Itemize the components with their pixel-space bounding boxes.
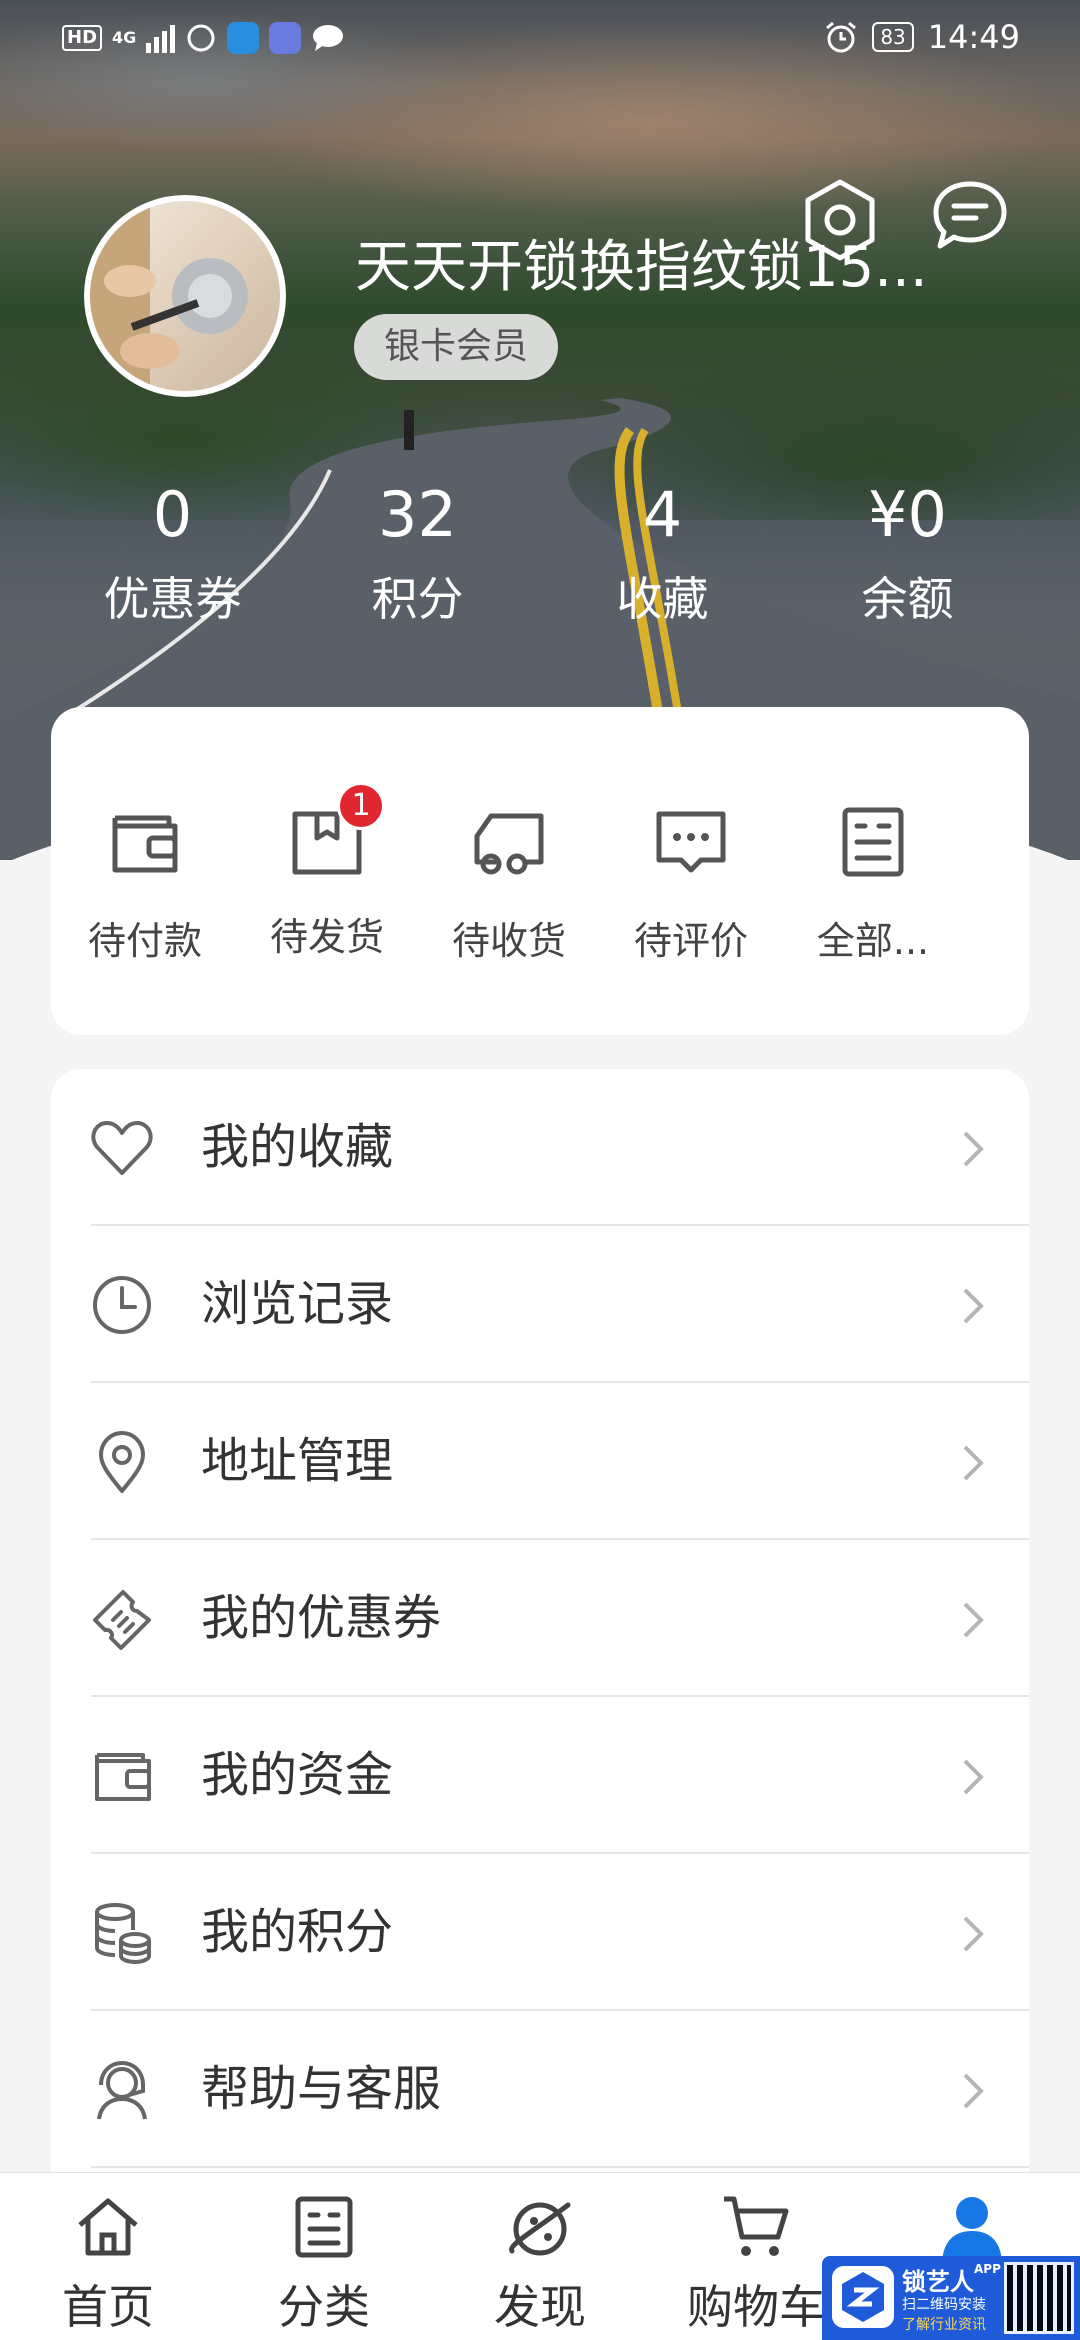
stat-value: 4 xyxy=(642,478,683,551)
wallet-icon xyxy=(95,1753,151,1801)
menu-label: 浏览记录 xyxy=(201,1276,394,1332)
order-label: 待收货 xyxy=(451,919,566,963)
app-promo-banner[interactable]: 锁艺人APP 扫二维码安装 了解行业资讯 xyxy=(822,2256,1080,2340)
account-stats: 0 优惠券 32 积分 4 收藏 ¥0 余额 xyxy=(50,470,1030,638)
menu-label: 我的资金 xyxy=(201,1747,394,1803)
menu-item-funds[interactable]: 我的资金 xyxy=(51,1697,1029,1854)
stat-coupons[interactable]: 0 优惠券 xyxy=(50,470,295,638)
stat-value: ¥0 xyxy=(868,478,947,551)
menu-label: 我的优惠券 xyxy=(201,1590,442,1646)
menu-item-coupons[interactable]: 我的优惠券 xyxy=(51,1540,1029,1697)
chevron-right-icon xyxy=(963,1131,984,1167)
order-pending-review[interactable]: 待评价 xyxy=(600,802,782,965)
stat-value: 0 xyxy=(152,478,193,551)
clock-icon xyxy=(93,1276,151,1334)
stat-label: 优惠券 xyxy=(103,572,242,626)
menu-item-history[interactable]: 浏览记录 xyxy=(51,1226,1029,1383)
status-bar: HD 4G 83 14:49 xyxy=(0,0,1080,76)
chevron-right-icon xyxy=(963,1759,984,1795)
category-icon xyxy=(295,2196,353,2258)
app-logo-icon xyxy=(832,2266,894,2328)
stat-value: 32 xyxy=(378,478,457,551)
menu-item-address[interactable]: 地址管理 xyxy=(51,1383,1029,1540)
divider xyxy=(91,2166,1029,2168)
order-label: 全部... xyxy=(816,919,930,963)
chevron-right-icon xyxy=(963,2073,984,2109)
menu-label: 帮助与客服 xyxy=(201,2061,442,2117)
comment-icon xyxy=(656,811,726,873)
avatar[interactable] xyxy=(84,195,286,397)
stat-label: 收藏 xyxy=(616,572,709,626)
clock-time: 14:49 xyxy=(927,18,1020,56)
menu-label: 地址管理 xyxy=(201,1433,394,1489)
order-status-card: 待付款 1 待发货 待收货 待评价 全部... xyxy=(51,707,1029,1035)
coins-icon xyxy=(95,1903,151,1965)
nav-label: 分类 xyxy=(278,2280,370,2334)
chevron-right-icon xyxy=(963,1445,984,1481)
username: 天天开锁换指纹锁15... xyxy=(355,235,928,300)
delivery-truck-icon xyxy=(474,813,544,875)
order-pending-payment[interactable]: 待付款 xyxy=(54,802,236,965)
chevron-right-icon xyxy=(963,1288,984,1324)
network-type: 4G xyxy=(112,28,137,47)
menu-item-help[interactable]: 帮助与客服 xyxy=(51,2011,1029,2168)
promo-app-name: 锁艺人APP xyxy=(902,2262,1001,2296)
battery-icon: 83 xyxy=(872,22,914,52)
discover-icon xyxy=(509,2202,571,2256)
stat-label: 积分 xyxy=(371,572,464,626)
stat-points[interactable]: 32 积分 xyxy=(295,470,540,638)
order-list-icon xyxy=(842,807,904,877)
alarm-icon xyxy=(826,21,857,53)
menu-list: 我的收藏 浏览记录 地址管理 我的优惠券 我的资金 我的积分 帮助与客服 xyxy=(51,1069,1029,2189)
customer-service-icon xyxy=(97,2060,147,2120)
qr-code xyxy=(1004,2262,1074,2334)
promo-app-sup: APP xyxy=(974,2262,1001,2276)
nav-label: 发现 xyxy=(494,2280,586,2334)
cart-icon xyxy=(724,2196,789,2256)
nav-label: 首页 xyxy=(62,2280,154,2334)
order-all[interactable]: 全部... xyxy=(782,802,964,965)
loading-icon xyxy=(187,24,215,52)
wallet-icon xyxy=(112,815,178,873)
promo-line-news: 了解行业资讯 xyxy=(902,2317,986,2333)
order-pending-shipment[interactable]: 1 待发货 xyxy=(236,782,418,961)
package-icon-wrap: 1 xyxy=(287,782,385,882)
coupon-icon xyxy=(93,1590,151,1650)
menu-item-points[interactable]: 我的积分 xyxy=(51,1854,1029,2011)
order-label: 待付款 xyxy=(87,919,202,963)
music-icon xyxy=(269,22,302,54)
heart-icon xyxy=(91,1121,153,1175)
menu-item-favorites[interactable]: 我的收藏 xyxy=(51,1069,1029,1226)
signal-icon xyxy=(146,23,176,53)
nav-home[interactable]: 首页 xyxy=(0,2191,216,2337)
chevron-right-icon xyxy=(963,1916,984,1952)
order-label: 待发货 xyxy=(269,915,384,959)
chevron-right-icon xyxy=(963,1602,984,1638)
promo-line-install: 扫二维码安装 xyxy=(902,2297,986,2313)
home-icon xyxy=(78,2198,138,2256)
stat-label: 余额 xyxy=(861,572,954,626)
avatar-lock-photo xyxy=(90,201,248,391)
stat-favorites[interactable]: 4 收藏 xyxy=(540,470,785,638)
user-icon xyxy=(942,2197,1002,2261)
hd-indicator: HD xyxy=(62,25,103,51)
stat-balance[interactable]: ¥0 余额 xyxy=(785,470,1030,638)
location-pin-icon xyxy=(99,1431,145,1493)
browser-icon xyxy=(227,22,260,54)
order-label: 待评价 xyxy=(633,919,748,963)
member-level-badge[interactable]: 银卡会员 xyxy=(354,314,559,380)
menu-label: 我的收藏 xyxy=(201,1119,394,1175)
order-count-badge: 1 xyxy=(337,782,385,830)
nav-discover[interactable]: 发现 xyxy=(432,2191,648,2337)
order-pending-receipt[interactable]: 待收货 xyxy=(418,802,600,965)
chat-bubble-icon xyxy=(313,25,344,51)
menu-label: 我的积分 xyxy=(201,1904,394,1960)
nav-category[interactable]: 分类 xyxy=(216,2191,432,2337)
